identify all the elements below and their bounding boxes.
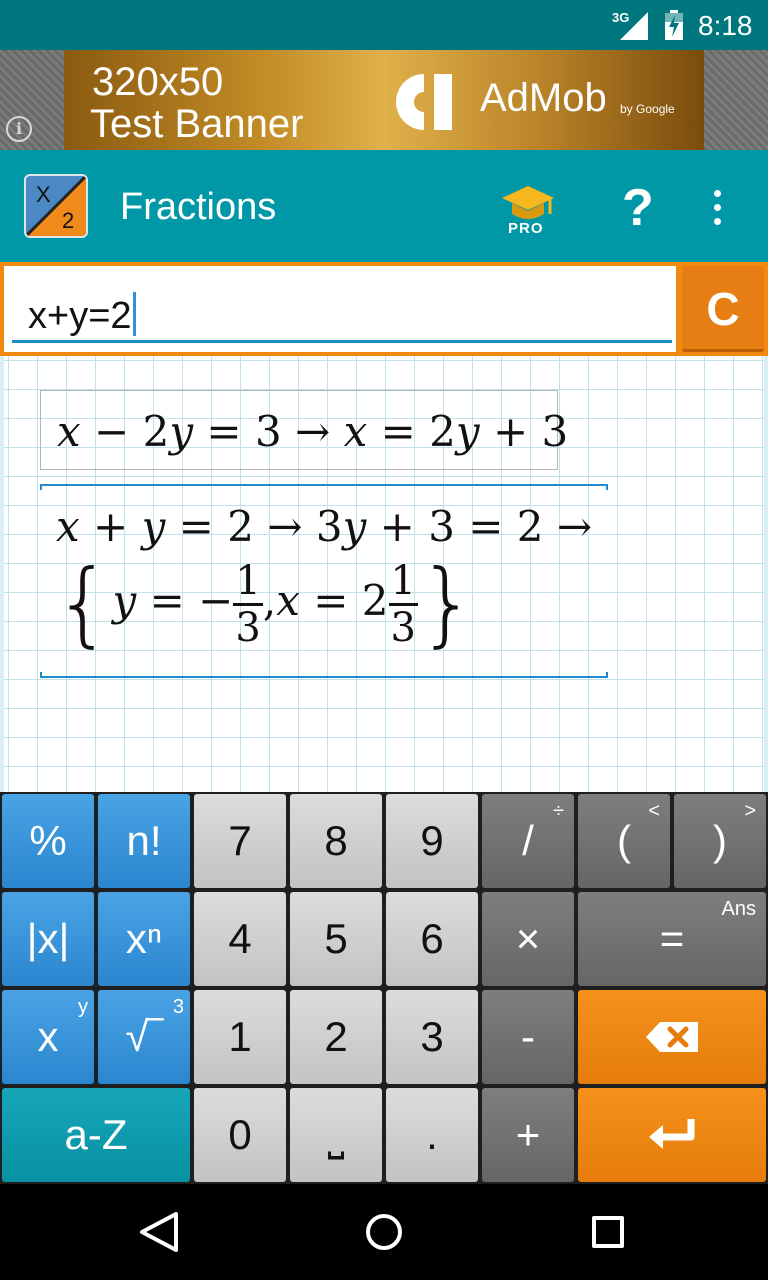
key-backspace[interactable] (578, 990, 766, 1084)
ad-brand-text: AdMob (480, 76, 607, 120)
key-minus[interactable]: - (482, 990, 574, 1084)
key-divide[interactable]: / ÷ (482, 794, 574, 888)
ad-by-text: by Google (620, 102, 675, 116)
navigation-bar (0, 1184, 768, 1280)
result-block-1[interactable]: x − 2y = 3 → x = 2y + 3 (40, 390, 568, 470)
key-percent[interactable]: % (2, 794, 94, 888)
battery-icon (665, 10, 683, 40)
key-decimal[interactable]: . (386, 1088, 478, 1182)
key-plus[interactable]: + (482, 1088, 574, 1182)
key-space[interactable]: ⎵ (290, 1088, 382, 1182)
status-bar: 3G 8:18 (0, 0, 768, 50)
signal-icon (620, 12, 648, 40)
math-keyboard: % n! 7 8 9 /÷ (< ) > |x| xⁿ 4 5 6 × = Ans … (0, 792, 768, 1184)
key-alphabet[interactable]: a-Z (2, 1088, 190, 1182)
result-block-2[interactable]: x + y = 2 → 3y + 3 = 2 → {y = −1 3 ,x = 21… (40, 484, 608, 678)
key-close-paren[interactable]: ) > (674, 794, 766, 888)
enter-icon (649, 1119, 695, 1149)
recents-icon[interactable] (592, 1216, 624, 1248)
key-9[interactable]: 9 (386, 794, 478, 888)
fraction-1: 13 (233, 557, 263, 651)
svg-text:2: 2 (62, 208, 74, 233)
backspace-icon (646, 1022, 698, 1052)
key-3[interactable]: 3 (386, 990, 478, 1084)
clear-button[interactable]: C (682, 266, 764, 352)
key-power[interactable]: xⁿ (98, 892, 190, 986)
text-caret (132, 292, 136, 336)
result-line-1: x − 2y = 3 → x = 2y + 3 (57, 407, 569, 456)
result-line-2: x + y = 2 → 3y + 3 = 2 → (56, 502, 593, 551)
key-x-power-y[interactable]: xy (2, 990, 94, 1084)
key-5[interactable]: 5 (290, 892, 382, 986)
expression-input-text: x+y=2 (28, 295, 132, 337)
fraction-2: 13 (388, 557, 418, 651)
key-root[interactable]: √‾ 3 (98, 990, 190, 1084)
key-8[interactable]: 8 (290, 794, 382, 888)
svg-text:X: X (36, 182, 51, 207)
key-2[interactable]: 2 (290, 990, 382, 1084)
key-1[interactable]: 1 (194, 990, 286, 1084)
key-equals[interactable]: = Ans (578, 892, 766, 986)
info-icon[interactable]: i (6, 116, 32, 142)
key-0[interactable]: 0 (194, 1088, 286, 1182)
key-open-paren[interactable]: (< (578, 794, 670, 888)
app-title: Fractions (120, 186, 277, 228)
ad-banner[interactable]: 320x50 Test Banner AdMob by Google (64, 50, 704, 150)
input-row: x+y=2 C (0, 262, 768, 356)
pro-label[interactable]: PRO (508, 220, 544, 237)
ad-size-text: 320x50 (92, 60, 224, 104)
key-factorial[interactable]: n! (98, 794, 190, 888)
clock: 8:18 (698, 10, 753, 41)
back-icon[interactable] (138, 1212, 182, 1252)
app-logo-icon: X 2 (24, 174, 88, 238)
solution-line: {y = −1 3 ,x = 2 1 3} (54, 550, 477, 657)
ad-title-text: Test Banner (90, 102, 304, 146)
key-4[interactable]: 4 (194, 892, 286, 986)
key-6[interactable]: 6 (386, 892, 478, 986)
expression-input[interactable]: x+y=2 (4, 266, 676, 352)
key-enter[interactable] (578, 1088, 766, 1182)
app-bar: X 2 Fractions PRO ? (0, 150, 768, 262)
key-abs[interactable]: |x| (2, 892, 94, 986)
help-icon[interactable]: ? (622, 178, 654, 238)
input-underline (12, 340, 672, 343)
key-7[interactable]: 7 (194, 794, 286, 888)
home-icon[interactable] (366, 1214, 402, 1250)
more-vert-icon[interactable] (714, 190, 724, 226)
admob-logo-icon (396, 74, 452, 130)
results-area: x − 2y = 3 → x = 2y + 3 x + y = 2 → 3y +… (0, 356, 768, 792)
key-multiply[interactable]: × (482, 892, 574, 986)
